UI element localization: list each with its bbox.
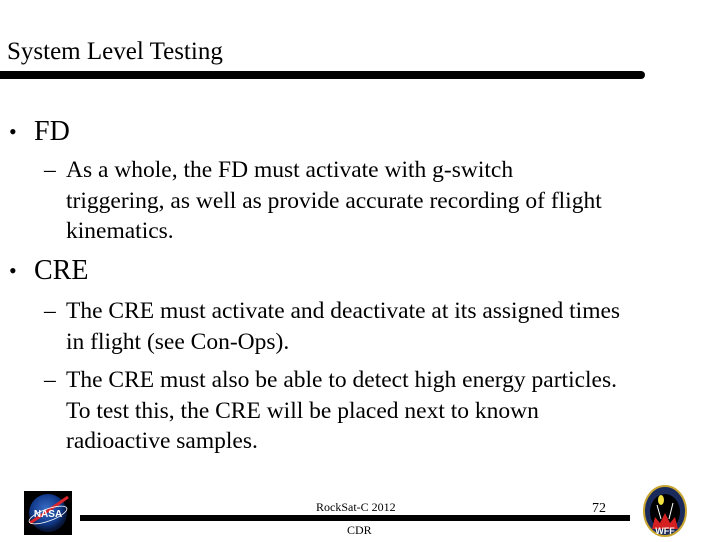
page-number: 72	[592, 501, 606, 516]
slide-title: System Level Testing	[7, 38, 223, 65]
footer-event: RockSat-C 2012	[316, 500, 396, 514]
sub-bullet-text: The CRE must activate and deactivate at …	[66, 298, 621, 355]
footer-divider	[80, 515, 630, 521]
svg-text:WFF: WFF	[655, 526, 675, 536]
bullet-label: FD	[34, 116, 70, 147]
sub-bullet-text: As a whole, the FD must activate with g-…	[66, 157, 602, 244]
dash-icon: –	[44, 367, 56, 393]
sub-bullet-item: – As a whole, the FD must activate with …	[44, 155, 604, 247]
bullet-icon: •	[9, 119, 17, 144]
dash-icon: –	[44, 298, 56, 324]
sub-bullet-item: – The CRE must also be able to detect hi…	[44, 365, 624, 457]
wff-logo-icon: WFF	[643, 485, 687, 537]
dash-icon: –	[44, 157, 56, 183]
svg-text:NASA: NASA	[34, 509, 62, 520]
nasa-logo-icon: NASA	[24, 491, 72, 535]
bullet-label: CRE	[34, 255, 89, 286]
title-divider	[0, 71, 645, 79]
bullet-icon: •	[9, 258, 17, 283]
footer-review: CDR	[347, 523, 372, 537]
sub-bullet-text: The CRE must also be able to detect high…	[66, 367, 618, 454]
sub-bullet-item: – The CRE must activate and deactivate a…	[44, 296, 624, 357]
